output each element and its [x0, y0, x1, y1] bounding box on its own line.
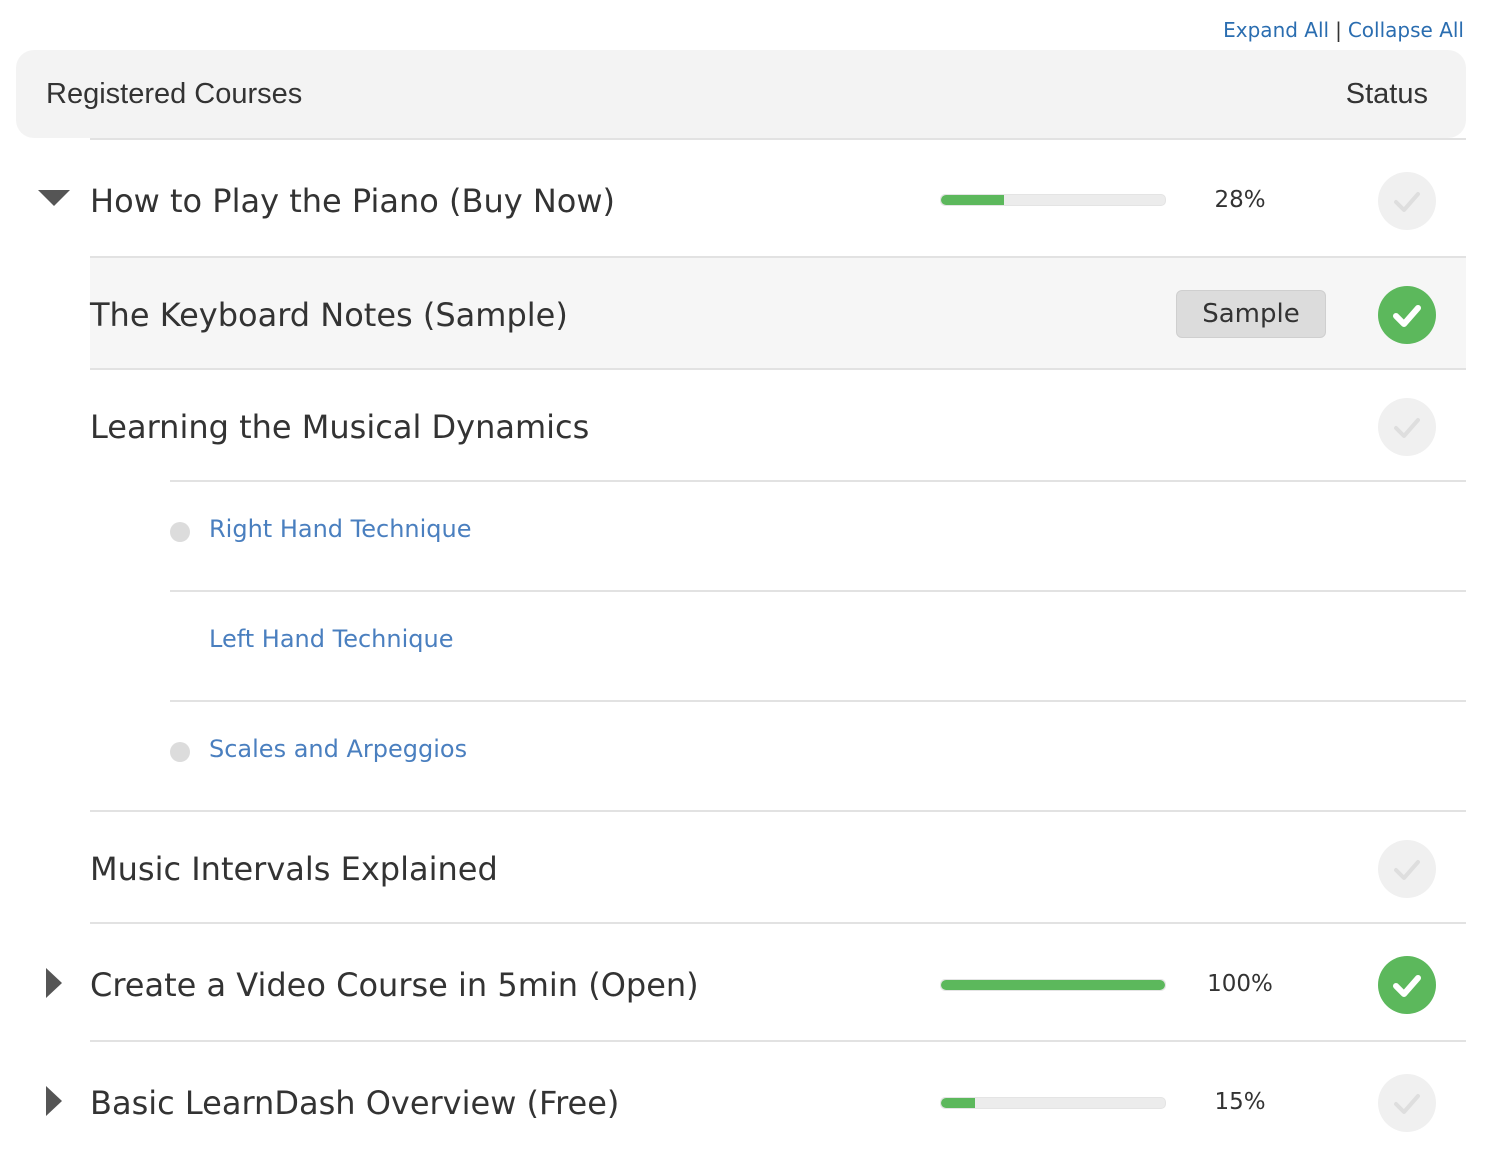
- progress-percentage: 100%: [1207, 971, 1273, 997]
- lesson-title[interactable]: Music Intervals Explained: [90, 850, 498, 888]
- check-icon: [1394, 1094, 1420, 1114]
- topic-link[interactable]: Right Hand Technique: [209, 515, 472, 543]
- topic-row[interactable]: Scales and Arpeggios: [170, 700, 1466, 810]
- check-icon: [1393, 305, 1421, 327]
- course-title[interactable]: Basic LearnDash Overview (Free): [90, 1084, 619, 1122]
- progress-bar: [940, 979, 1166, 991]
- sample-badge: Sample: [1176, 290, 1326, 338]
- expand-collapse-links: Expand All | Collapse All: [1223, 18, 1464, 42]
- check-icon: [1394, 860, 1420, 880]
- course-row-video-course[interactable]: Create a Video Course in 5min (Open) 100…: [46, 922, 1466, 1040]
- topic-status-dot: [170, 522, 190, 542]
- lesson-row-musical-dynamics[interactable]: Learning the Musical Dynamics: [90, 368, 1466, 480]
- status-check-icon: [1378, 286, 1436, 344]
- status-check-icon: [1378, 1074, 1436, 1132]
- lesson-title[interactable]: The Keyboard Notes (Sample): [90, 296, 568, 334]
- topic-link[interactable]: Scales and Arpeggios: [209, 735, 467, 763]
- status-check-icon: [1378, 398, 1436, 456]
- course-row-learndash-overview[interactable]: Basic LearnDash Overview (Free) 15%: [46, 1040, 1466, 1158]
- topic-link[interactable]: Left Hand Technique: [209, 625, 453, 653]
- topic-status-dot: [170, 742, 190, 762]
- progress-bar-fill: [941, 1098, 975, 1108]
- progress-percentage: 15%: [1214, 1089, 1266, 1115]
- lesson-title[interactable]: Learning the Musical Dynamics: [90, 408, 589, 446]
- lesson-row-keyboard-notes[interactable]: The Keyboard Notes (Sample) Sample: [90, 256, 1466, 368]
- courses-table-header: Registered Courses Status: [16, 50, 1466, 138]
- course-title[interactable]: How to Play the Piano (Buy Now): [90, 182, 615, 220]
- expand-all-link[interactable]: Expand All: [1223, 18, 1329, 42]
- lesson-row-music-intervals[interactable]: Music Intervals Explained: [90, 810, 1466, 922]
- course-row-piano[interactable]: How to Play the Piano (Buy Now) 28%: [38, 138, 1466, 256]
- expand-arrow-icon[interactable]: [46, 968, 62, 998]
- status-check-icon: [1378, 172, 1436, 230]
- check-icon: [1394, 192, 1420, 212]
- collapse-arrow-icon[interactable]: [38, 190, 70, 206]
- link-separator: |: [1335, 18, 1342, 42]
- topic-row[interactable]: Right Hand Technique: [170, 480, 1466, 590]
- progress-bar: [940, 194, 1166, 206]
- status-check-icon: [1378, 956, 1436, 1014]
- status-heading: Status: [1345, 78, 1428, 110]
- check-icon: [1394, 418, 1420, 438]
- collapse-all-link[interactable]: Collapse All: [1348, 18, 1464, 42]
- progress-bar-fill: [941, 980, 1165, 990]
- progress-bar: [940, 1097, 1166, 1109]
- expand-arrow-icon[interactable]: [46, 1086, 62, 1116]
- status-check-icon: [1378, 840, 1436, 898]
- course-title[interactable]: Create a Video Course in 5min (Open): [90, 966, 699, 1004]
- progress-percentage: 28%: [1214, 187, 1266, 213]
- check-icon: [1393, 975, 1421, 997]
- topic-row[interactable]: Left Hand Technique: [170, 590, 1466, 700]
- registered-courses-heading: Registered Courses: [46, 78, 303, 110]
- progress-bar-fill: [941, 195, 1004, 205]
